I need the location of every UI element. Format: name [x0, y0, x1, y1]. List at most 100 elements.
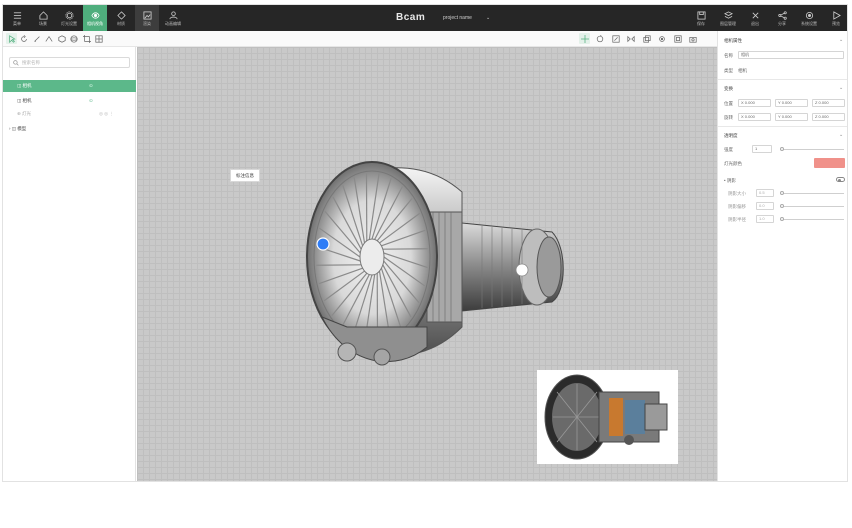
chevron-down-icon[interactable]: ⌄: [839, 132, 843, 138]
viewport-canvas[interactable]: 标注信息: [137, 47, 717, 481]
palette-icon: [116, 10, 126, 20]
tool-pen[interactable]: [31, 33, 42, 44]
shadow-row-field[interactable]: 1.0: [756, 215, 774, 223]
tree-item[interactable]: ◫ 相机 ⊙: [3, 95, 136, 107]
save-icon: [696, 10, 706, 20]
shadow-row-label: 阴影偏移: [728, 204, 746, 209]
user-icon: [168, 10, 178, 19]
tool-select[interactable]: [6, 33, 17, 44]
topbar-button-play[interactable]: 预览: [824, 5, 847, 31]
rotation-z-field[interactable]: Z 0.000: [812, 113, 845, 121]
intensity-field[interactable]: 1: [752, 145, 772, 153]
topbar-button-settings[interactable]: 系统设置: [797, 5, 821, 31]
topbar-button-label: 预览: [832, 20, 840, 26]
shadow-slider-track[interactable]: [780, 193, 844, 194]
settings-icon: [805, 11, 813, 19]
tool-bar: [3, 31, 717, 47]
shadow-toggle[interactable]: [836, 177, 845, 182]
topbar-button-menu[interactable]: 菜单: [5, 5, 29, 31]
visibility-eye-icon[interactable]: ◎ ◎ ⋮: [99, 111, 114, 117]
tree-item[interactable]: ◫ 相机 ⊙: [3, 80, 136, 92]
tool-box[interactable]: [56, 33, 67, 44]
eye-icon: [90, 11, 100, 19]
sphere-icon: [70, 34, 78, 43]
move-icon: [580, 34, 589, 43]
visibility-eye-icon[interactable]: ⊙: [89, 83, 93, 89]
hotspot-marker-blue[interactable]: [316, 237, 330, 251]
shadow-row-label: 阴影大小: [728, 191, 746, 196]
topbar-button-image[interactable]: 渲染: [135, 5, 159, 31]
topbar-button-home[interactable]: 场景: [31, 5, 55, 31]
topbar-button-layers[interactable]: 图层管理: [716, 5, 740, 31]
tool-camera[interactable]: [688, 33, 699, 44]
chevron-down-icon[interactable]: ⌄: [486, 15, 490, 21]
shadow-slider-track[interactable]: [780, 219, 844, 220]
tree-item-label: ◫ 相机: [17, 98, 32, 103]
rotation-y-field[interactable]: Y 0.000: [775, 113, 808, 121]
hotspot-marker-white[interactable]: [515, 263, 529, 277]
intensity-slider-knob[interactable]: [780, 147, 784, 151]
tool-settings-tool[interactable]: [657, 33, 668, 44]
chevron-down-icon[interactable]: ⌄: [839, 85, 843, 91]
tree-item[interactable]: › ◫ 模型: [3, 123, 136, 135]
light-color-label: 灯光颜色: [724, 161, 742, 166]
topbar-button-save[interactable]: 保存: [689, 5, 713, 31]
tool-rotate[interactable]: [19, 33, 30, 44]
topbar-button-label: 系统设置: [801, 20, 817, 26]
topbar-button-user[interactable]: 动画编辑: [161, 5, 185, 31]
shadow-slider-knob[interactable]: [780, 204, 784, 208]
position-x-field[interactable]: X 0.000: [738, 99, 771, 107]
position-y-field[interactable]: Y 0.000: [775, 99, 808, 107]
frame-icon: [673, 34, 682, 43]
type-value: 相机: [738, 68, 747, 73]
position-z-field[interactable]: Z 0.000: [812, 99, 845, 107]
shadow-slider-knob[interactable]: [780, 217, 784, 221]
tool-move[interactable]: [579, 33, 590, 44]
tool-frame[interactable]: [672, 33, 683, 44]
settings-tool-icon: [659, 35, 665, 42]
jet-engine-model[interactable]: [287, 152, 577, 377]
mirror-icon: [627, 35, 635, 42]
rotate-icon: [21, 34, 27, 42]
annotation-label[interactable]: 标注信息: [230, 169, 260, 182]
topbar-button-share[interactable]: 分享: [770, 5, 794, 31]
topbar-button-label: 图层管理: [720, 20, 736, 26]
properties-panel: 相机属性 ⌄ 名称 相机 类型 相机 变换 ⌄ 位置 X 0.000 Y 0.0…: [717, 31, 847, 481]
tool-rotate-tool[interactable]: [595, 33, 606, 44]
topbar-button-eye[interactable]: 相机视角: [83, 5, 107, 31]
shadow-slider-track[interactable]: [780, 206, 844, 207]
crop-icon: [82, 34, 91, 43]
brand-logo: Bcam: [396, 12, 426, 23]
tool-crop[interactable]: [81, 33, 92, 44]
scene-tree-panel: 搜索名称 ◫ 相机 ⊙ ◫ 相机 ⊙ ⊕ 灯光 ◎ ◎ ⋮ › ◫ 模型: [3, 47, 136, 481]
name-field[interactable]: 相机: [738, 51, 844, 59]
reference-thumbnail[interactable]: [537, 370, 678, 464]
tree-item-label: ⊕ 灯光: [17, 111, 32, 116]
chevron-down-icon[interactable]: ⌄: [839, 37, 843, 43]
tree-item[interactable]: ⊕ 灯光 ◎ ◎ ⋮: [3, 108, 136, 120]
topbar-button-label: 渲染: [143, 20, 151, 26]
shadow-row-field[interactable]: 0.0: [756, 202, 774, 210]
app-window: 菜单 场景 灯光设置 相机视角 材质 渲染 动画编辑 Bcam project name ⌄…: [2, 4, 848, 482]
gear-icon: [64, 10, 74, 20]
tool-copy[interactable]: [641, 33, 652, 44]
divider: [718, 79, 847, 80]
topbar-button-palette[interactable]: 材质: [109, 5, 133, 31]
rotation-x-field[interactable]: X 0.000: [738, 113, 771, 121]
tool-scale[interactable]: [610, 33, 621, 44]
shadow-row-field[interactable]: 0.5: [756, 189, 774, 197]
layers-icon: [723, 10, 733, 19]
visibility-eye-icon[interactable]: ⊙: [89, 98, 93, 104]
shadow-slider-knob[interactable]: [780, 191, 784, 195]
tool-measure[interactable]: [44, 33, 55, 44]
tree-item-label: › ◫ 模型: [9, 126, 27, 131]
light-color-swatch[interactable]: [814, 158, 845, 168]
project-name-dropdown[interactable]: project name: [443, 15, 472, 21]
topbar-button-cross[interactable]: 退出: [743, 5, 767, 31]
tool-mirror[interactable]: [626, 33, 637, 44]
topbar-button-gear[interactable]: 灯光设置: [57, 5, 81, 31]
search-input[interactable]: 搜索名称: [9, 57, 130, 68]
tool-sphere[interactable]: [69, 33, 80, 44]
tool-grid[interactable]: [94, 33, 105, 44]
intensity-slider-track[interactable]: [780, 149, 844, 150]
